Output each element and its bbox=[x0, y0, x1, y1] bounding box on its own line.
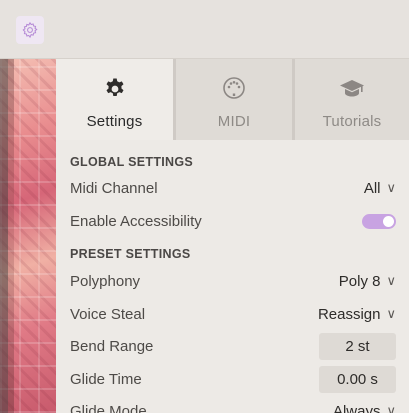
accessibility-toggle[interactable] bbox=[362, 213, 396, 229]
voice-steal-dropdown[interactable]: Reassign ∨ bbox=[318, 306, 396, 323]
midi-channel-row: Midi Channel All ∨ bbox=[70, 172, 396, 204]
glide-time-label: Glide Time bbox=[70, 370, 142, 388]
voice-steal-value: Reassign bbox=[317, 305, 381, 323]
midi-channel-dropdown[interactable]: All ∨ bbox=[364, 180, 396, 197]
bend-range-row: Bend Range 2 st bbox=[70, 330, 396, 362]
gear-icon bbox=[22, 21, 38, 39]
tab-settings-label: Settings bbox=[86, 113, 143, 130]
glide-mode-dropdown[interactable]: Always ∨ bbox=[333, 403, 396, 413]
tab-midi-label: MIDI bbox=[217, 113, 251, 130]
glide-mode-value: Always bbox=[332, 402, 381, 413]
chevron-down-icon: ∨ bbox=[386, 306, 396, 321]
accessibility-label: Enable Accessibility bbox=[70, 212, 202, 230]
voice-steal-row: Voice Steal Reassign ∨ bbox=[70, 298, 396, 330]
settings-panel: Settings MIDI Tutorials GLOBAL SETTINGS … bbox=[56, 59, 409, 413]
tab-bar: Settings MIDI Tutorials bbox=[56, 59, 409, 140]
chevron-down-icon: ∨ bbox=[386, 180, 396, 195]
tab-settings[interactable]: Settings bbox=[56, 59, 173, 140]
glide-time-field[interactable]: 0.00 s bbox=[319, 365, 396, 393]
global-settings-heading: GLOBAL SETTINGS bbox=[70, 155, 194, 169]
polyphony-row: Polyphony Poly 8 ∨ bbox=[70, 265, 396, 297]
tab-tutorials-label: Tutorials bbox=[322, 113, 382, 130]
voice-steal-label: Voice Steal bbox=[70, 305, 146, 323]
top-bar bbox=[0, 0, 409, 59]
tab-midi[interactable]: MIDI bbox=[173, 59, 292, 140]
toggle-knob bbox=[383, 215, 394, 227]
gear-icon bbox=[106, 78, 123, 96]
glide-mode-label: Glide Mode bbox=[70, 402, 147, 413]
polyphony-label: Polyphony bbox=[70, 272, 141, 290]
chevron-down-icon: ∨ bbox=[386, 403, 396, 413]
polyphony-dropdown[interactable]: Poly 8 ∨ bbox=[339, 273, 396, 290]
chevron-down-icon: ∨ bbox=[386, 273, 396, 288]
bend-range-field[interactable]: 2 st bbox=[319, 332, 396, 360]
polyphony-value: Poly 8 bbox=[338, 272, 381, 290]
midi-connector-icon bbox=[223, 77, 245, 99]
instrument-artwork bbox=[0, 59, 56, 413]
glide-mode-row: Glide Mode Always ∨ bbox=[70, 395, 396, 413]
midi-channel-value: All bbox=[363, 179, 381, 197]
tab-tutorials[interactable]: Tutorials bbox=[292, 59, 409, 140]
graduation-cap-icon bbox=[340, 80, 364, 97]
glide-time-row: Glide Time 0.00 s bbox=[70, 363, 396, 395]
accessibility-row: Enable Accessibility bbox=[70, 205, 396, 237]
bend-range-label: Bend Range bbox=[70, 337, 154, 355]
preset-settings-heading: PRESET SETTINGS bbox=[70, 247, 191, 261]
settings-toggle-button[interactable] bbox=[16, 16, 44, 44]
midi-channel-label: Midi Channel bbox=[70, 179, 158, 197]
